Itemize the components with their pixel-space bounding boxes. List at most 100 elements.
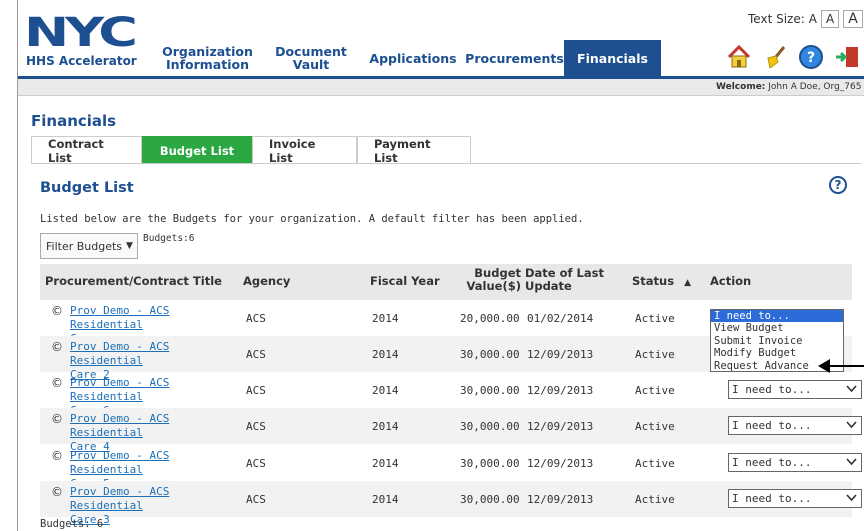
page-description: Listed below are the Budgets for your or…: [40, 213, 584, 225]
copyright-icon: ©: [51, 304, 63, 318]
home-icon[interactable]: [726, 44, 752, 70]
contract-title-line1: Prov Demo - ACS Residential: [70, 340, 170, 367]
budget-value-cell: 30,000.00: [460, 457, 520, 470]
header-fiscal-year[interactable]: Fiscal Year: [370, 275, 440, 288]
nav-applications[interactable]: Applications: [361, 40, 465, 76]
header-status[interactable]: Status ▲: [632, 275, 691, 290]
date-cell: 12/09/2013: [527, 348, 594, 361]
date-cell: 12/09/2013: [527, 384, 594, 397]
action-select[interactable]: I need to...: [728, 489, 862, 508]
table-row: © Prov Demo - ACS Residential Care 3 ACS …: [40, 481, 862, 526]
copyright-icon: ©: [51, 376, 63, 390]
action-select[interactable]: I need to...: [728, 416, 862, 435]
budget-value-cell: 20,000.00: [460, 312, 520, 325]
agency-cell: ACS: [246, 493, 266, 506]
contract-title-line1: Prov Demo - ACS Residential: [70, 412, 170, 439]
main-nav: Organization Information Document Vault …: [154, 40, 661, 76]
hhs-accelerator-logo[interactable]: NYC HHS Accelerator: [24, 11, 142, 71]
agency-cell: ACS: [246, 420, 266, 433]
chevron-down-icon: [846, 456, 857, 470]
action-select-value: I need to...: [732, 419, 812, 432]
budgets-count-top: Budgets:6: [143, 233, 195, 244]
table-row: © Prov Demo - ACS Residential Care 4 ACS …: [40, 408, 862, 453]
logo-subtitle: HHS Accelerator: [26, 54, 137, 68]
logout-icon[interactable]: [834, 44, 860, 70]
fiscal-year-cell: 2014: [372, 384, 399, 397]
copyright-icon: ©: [51, 449, 63, 463]
tab-payment-list[interactable]: Payment List: [357, 136, 471, 165]
table-header: Procurement/Contract Title Agency Fiscal…: [40, 264, 852, 300]
fiscal-year-cell: 2014: [372, 493, 399, 506]
question-circle-icon[interactable]: ?: [829, 176, 847, 194]
tab-contract-list[interactable]: Contract List: [31, 136, 142, 165]
contract-title-line1: Prov Demo - ACS Residential: [70, 304, 170, 331]
date-cell: 12/09/2013: [527, 420, 594, 433]
action-select[interactable]: I need to...: [728, 453, 862, 472]
welcome-text: Welcome: John A Doe, Org_765: [716, 82, 861, 92]
contract-title-line1: Prov Demo - ACS Residential: [70, 449, 170, 476]
agency-cell: ACS: [246, 312, 266, 325]
agency-cell: ACS: [246, 348, 266, 361]
nav-document-vault[interactable]: Document Vault: [261, 40, 361, 76]
header-status-label: Status: [632, 274, 675, 288]
welcome-prefix: Welcome:: [716, 82, 766, 92]
tab-invoice-list[interactable]: Invoice List: [252, 136, 357, 165]
page-title: Financials: [31, 112, 117, 130]
date-cell: 01/02/2014: [527, 312, 594, 325]
broom-icon[interactable]: [762, 44, 788, 70]
help-icon[interactable]: ?: [798, 44, 824, 70]
fiscal-year-cell: 2014: [372, 312, 399, 325]
dropdown-option-view-budget[interactable]: View Budget: [711, 322, 843, 334]
agency-cell: ACS: [246, 457, 266, 470]
fiscal-year-cell: 2014: [372, 457, 399, 470]
status-cell: Active: [635, 312, 675, 325]
dropdown-option-i-need-to[interactable]: I need to...: [711, 310, 843, 323]
date-cell: 12/09/2013: [527, 457, 594, 470]
header-title[interactable]: Procurement/Contract Title: [45, 275, 222, 288]
header-action: Action: [710, 274, 752, 288]
table-row: © Prov Demo - ACS ResidentialCare 6 ACS …: [40, 372, 862, 417]
chevron-down-icon: [846, 383, 857, 397]
fiscal-year-cell: 2014: [372, 420, 399, 433]
action-select-value: I need to...: [732, 492, 812, 505]
budget-value-cell: 30,000.00: [460, 493, 520, 506]
pointer-arrow-icon: [818, 359, 864, 373]
tab-budget-list[interactable]: Budget List: [142, 136, 252, 164]
header-agency[interactable]: Agency: [243, 275, 290, 288]
table-row: © Prov Demo - ACS ResidentialCare 5 ACS …: [40, 445, 862, 490]
text-size-large[interactable]: A: [843, 10, 863, 28]
status-cell: Active: [635, 384, 675, 397]
text-size-medium[interactable]: A: [820, 10, 840, 28]
status-cell: Active: [635, 493, 675, 506]
status-cell: Active: [635, 348, 675, 361]
action-select-value: I need to...: [732, 383, 812, 396]
text-size-control: Text Size: A A A: [748, 10, 863, 28]
nav-organization-information[interactable]: Organization Information: [154, 40, 261, 76]
status-cell: Active: [635, 420, 675, 433]
logo-nyc-text: NYC: [24, 10, 138, 56]
filter-budgets-button[interactable]: Filter Budgets ▼: [40, 233, 138, 259]
budget-value-cell: 30,000.00: [460, 384, 520, 397]
agency-cell: ACS: [246, 384, 266, 397]
nav-procurements[interactable]: Procurements: [465, 40, 564, 76]
header-date-last-update[interactable]: Date of Last Update: [525, 267, 604, 293]
welcome-name: John A Doe, Org_765: [765, 82, 862, 92]
date-cell: 12/09/2013: [527, 493, 594, 506]
dropdown-option-submit-invoice[interactable]: Submit Invoice: [711, 335, 843, 347]
section-title: Budget List: [40, 180, 134, 196]
text-size-label: Text Size:: [748, 12, 805, 26]
sort-ascending-icon: ▲: [684, 278, 692, 288]
header-update-line2: Update: [525, 279, 572, 293]
header-budget-value[interactable]: Budget Value($): [466, 267, 521, 293]
status-cell: Active: [635, 457, 675, 470]
contract-title-line1: Prov Demo - ACS Residential: [70, 376, 170, 403]
nav-financials[interactable]: Financials: [564, 40, 661, 76]
header-budget-value-line2: Value($): [466, 279, 521, 293]
text-size-small[interactable]: A: [809, 12, 817, 26]
top-header: NYC HHS Accelerator Organization Informa…: [18, 0, 864, 76]
budgets-count-bottom: Budgets: 6: [40, 518, 104, 530]
copyright-icon: ©: [51, 412, 63, 426]
action-select[interactable]: I need to...: [728, 380, 862, 399]
copyright-icon: ©: [51, 340, 63, 354]
contract-title-line1: Prov Demo - ACS Residential: [70, 485, 170, 512]
